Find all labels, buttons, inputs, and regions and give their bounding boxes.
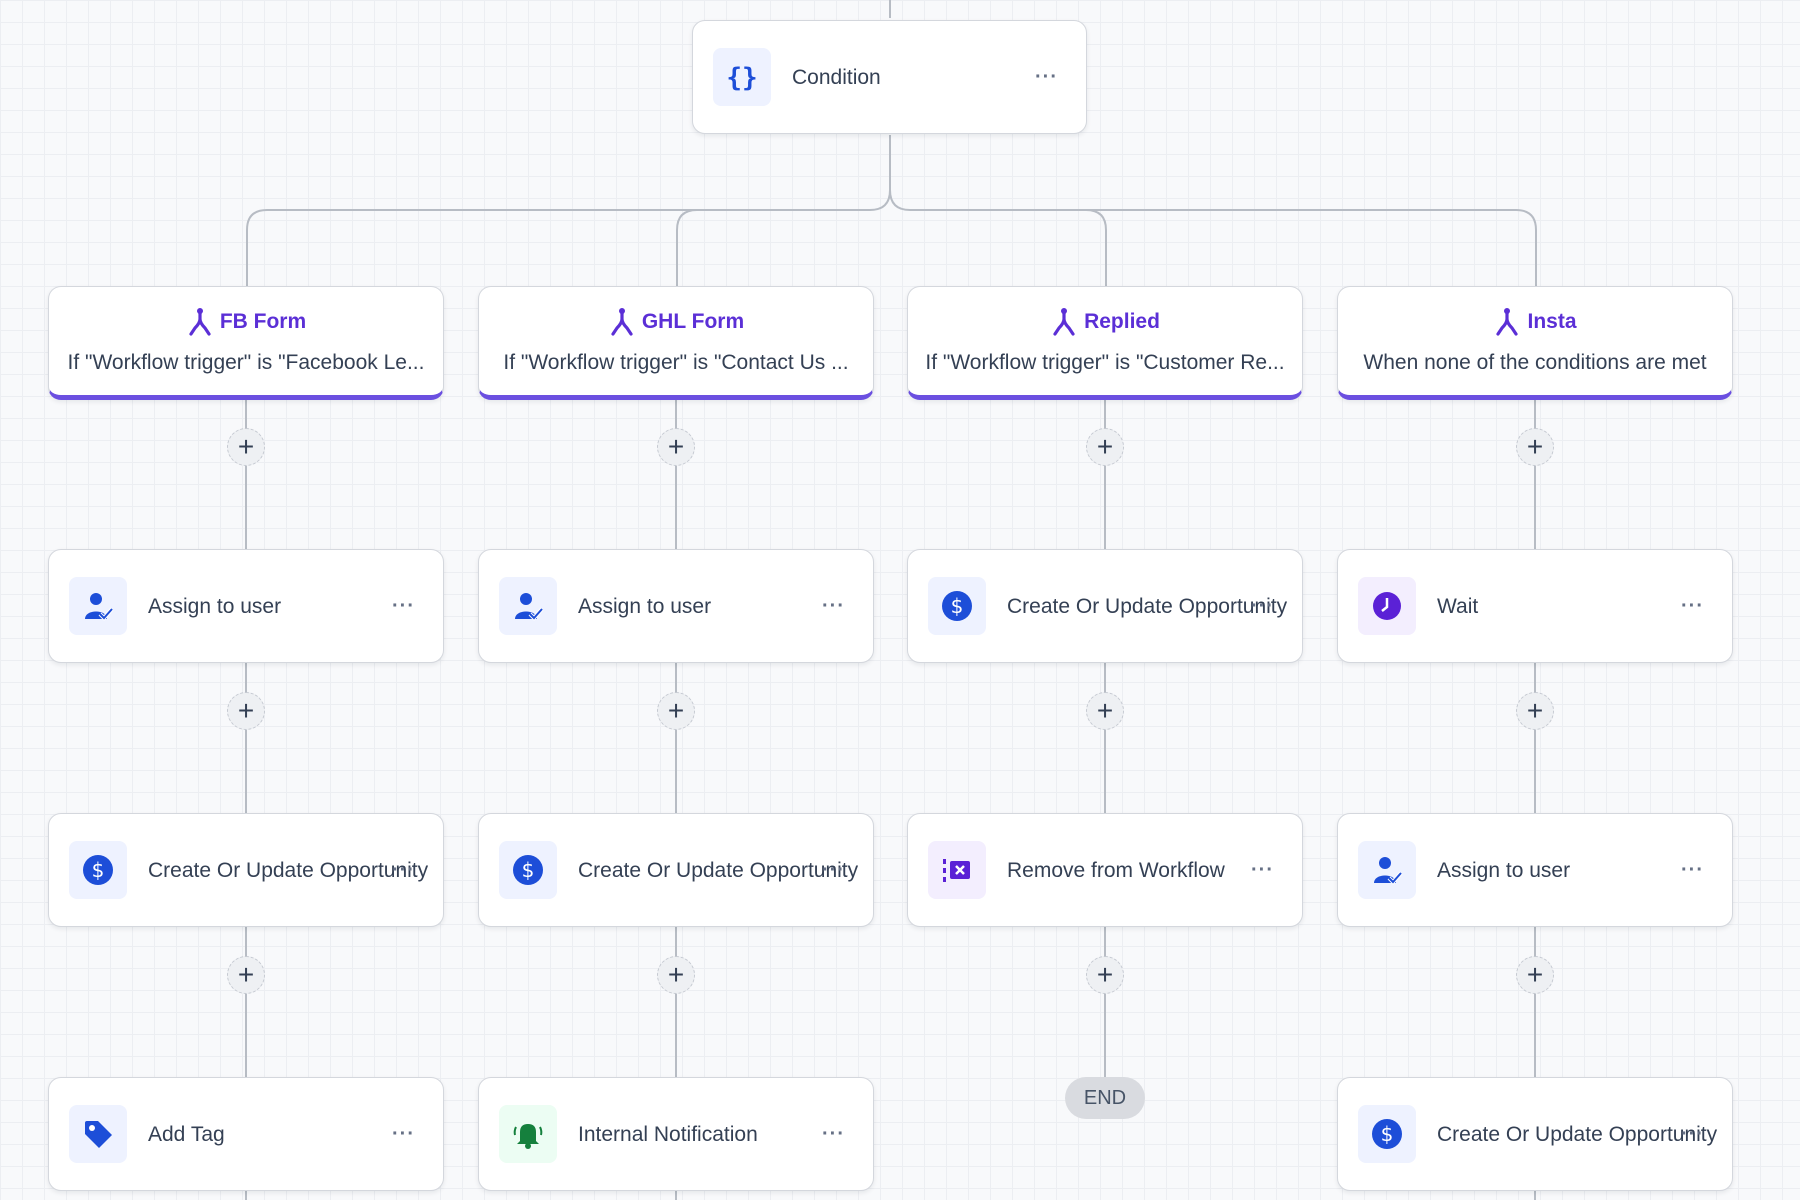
branch-card-2[interactable]: GHL Form If "Workflow trigger" is "Contac… xyxy=(478,286,874,400)
add-step-button[interactable]: + xyxy=(657,956,695,994)
dollar-icon: $ xyxy=(1358,1105,1416,1163)
more-options-icon[interactable]: ··· xyxy=(822,594,845,618)
bell-icon xyxy=(499,1105,557,1163)
add-step-button[interactable]: + xyxy=(657,428,695,466)
branch-description: If "Workflow trigger" is "Customer Re... xyxy=(925,351,1285,374)
add-step-button[interactable]: + xyxy=(657,692,695,730)
step-node[interactable]: $ Create Or Update Opportunity ··· xyxy=(478,813,874,927)
branch-icon xyxy=(1053,308,1075,336)
add-step-button[interactable]: + xyxy=(1516,692,1554,730)
more-options-icon[interactable]: ··· xyxy=(392,594,415,618)
more-options-icon[interactable]: ··· xyxy=(1035,65,1058,89)
step-node[interactable]: $ Create Or Update Opportunity ··· xyxy=(1337,1077,1733,1191)
step-node[interactable]: Internal Notification ··· xyxy=(478,1077,874,1191)
dollar-icon: $ xyxy=(499,841,557,899)
branch-card-4[interactable]: Insta When none of the conditions are met xyxy=(1337,286,1733,400)
add-step-button[interactable]: + xyxy=(1086,692,1124,730)
assign-user-icon xyxy=(69,577,127,635)
remove-workflow-icon xyxy=(928,841,986,899)
branch-card-3[interactable]: Replied If "Workflow trigger" is "Custome… xyxy=(907,286,1303,400)
add-step-button[interactable]: + xyxy=(1086,428,1124,466)
add-step-button[interactable]: + xyxy=(1086,956,1124,994)
branch-title-text: FB Form xyxy=(219,310,307,333)
svg-text:{}: {} xyxy=(726,63,757,93)
branch-title: Replied xyxy=(1050,307,1160,337)
branch-icon xyxy=(1496,308,1519,336)
assign-user-icon xyxy=(1358,841,1416,899)
clock-icon xyxy=(1358,577,1416,635)
step-node[interactable]: Remove from Workflow ··· xyxy=(907,813,1303,927)
branch-card-1[interactable]: FB Form If "Workflow trigger" is "Faceboo… xyxy=(48,286,444,400)
branch-title-text: GHL Form xyxy=(641,310,745,333)
branch-description: When none of the conditions are met xyxy=(1363,351,1707,374)
more-options-icon[interactable]: ··· xyxy=(392,1122,415,1146)
add-step-button[interactable]: + xyxy=(1516,428,1554,466)
step-node[interactable]: $ Create Or Update Opportunity ··· xyxy=(907,549,1303,663)
branch-description: If "Workflow trigger" is "Facebook Le... xyxy=(67,351,425,374)
step-node[interactable]: Add Tag ··· xyxy=(48,1077,444,1191)
svg-text:$: $ xyxy=(522,858,535,882)
branch-title: FB Form xyxy=(186,307,306,337)
branch-title-text: Insta xyxy=(1527,310,1577,333)
dollar-icon: $ xyxy=(69,841,127,899)
step-node[interactable]: $ Create Or Update Opportunity ··· xyxy=(48,813,444,927)
assign-user-icon xyxy=(499,577,557,635)
step-node[interactable]: Assign to user ··· xyxy=(478,549,874,663)
more-options-icon[interactable]: ··· xyxy=(822,858,845,882)
dollar-icon: $ xyxy=(928,577,986,635)
step-node[interactable]: Wait ··· xyxy=(1337,549,1733,663)
svg-text:$: $ xyxy=(92,858,105,882)
svg-text:$: $ xyxy=(1381,1122,1394,1146)
more-options-icon[interactable]: ··· xyxy=(1681,1122,1704,1146)
branch-title-text: Replied xyxy=(1084,310,1160,333)
curly-braces-icon: {} xyxy=(713,48,771,106)
more-options-icon[interactable]: ··· xyxy=(1251,858,1274,882)
branch-title: GHL Form xyxy=(608,307,744,337)
more-options-icon[interactable]: ··· xyxy=(822,1122,845,1146)
more-options-icon[interactable]: ··· xyxy=(392,858,415,882)
branch-icon xyxy=(189,308,211,336)
svg-text:$: $ xyxy=(951,594,964,618)
add-step-button[interactable]: + xyxy=(227,956,265,994)
branch-title: Insta xyxy=(1493,307,1577,337)
more-options-icon[interactable]: ··· xyxy=(1681,858,1704,882)
branch-icon xyxy=(611,308,633,336)
tag-icon xyxy=(69,1105,127,1163)
step-node[interactable]: Assign to user ··· xyxy=(1337,813,1733,927)
add-step-button[interactable]: + xyxy=(227,428,265,466)
condition-node[interactable]: {} Condition ··· xyxy=(692,20,1087,134)
more-options-icon[interactable]: ··· xyxy=(1681,594,1704,618)
branch-description: If "Workflow trigger" is "Contact Us ... xyxy=(503,351,849,374)
step-node[interactable]: Assign to user ··· xyxy=(48,549,444,663)
end-badge: END xyxy=(1065,1077,1145,1119)
add-step-button[interactable]: + xyxy=(227,692,265,730)
add-step-button[interactable]: + xyxy=(1516,956,1554,994)
more-options-icon[interactable]: ··· xyxy=(1251,594,1274,618)
